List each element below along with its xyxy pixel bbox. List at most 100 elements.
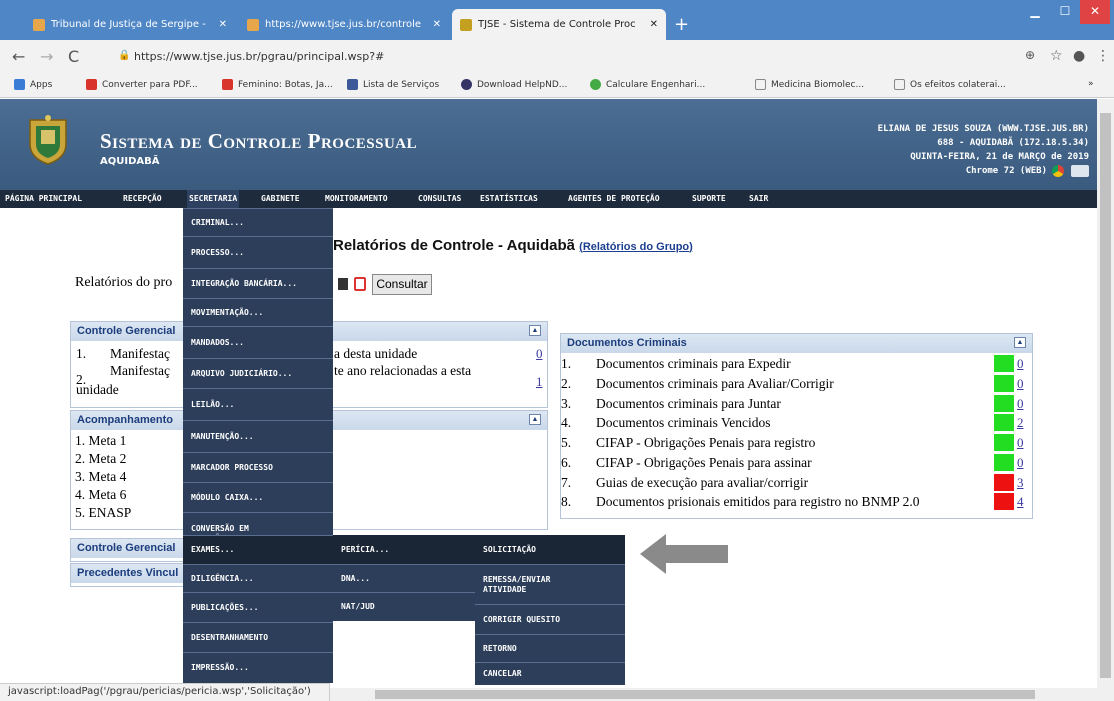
- menu-sair[interactable]: SAIR: [749, 194, 768, 203]
- site-favicon-icon: [33, 18, 45, 31]
- menu-item-solicitacao[interactable]: SOLICITAÇÃO: [475, 535, 625, 564]
- menu-item-impressao[interactable]: IMPRESSÃO...: [183, 652, 333, 683]
- menu-recepcao[interactable]: RECEPÇÃO: [123, 194, 162, 203]
- browser-tab-active[interactable]: TJSE - Sistema de Controle Proc ✕: [452, 9, 666, 40]
- list-item-label: Documentos criminais Vencidos: [596, 415, 771, 430]
- new-tab-button[interactable]: +: [674, 14, 689, 35]
- menu-item-nat-jud[interactable]: NAT/JUD: [333, 592, 475, 621]
- menu-pagina-principal[interactable]: PÁGINA PRINCIPAL: [5, 194, 82, 203]
- bookmark-item[interactable]: Os efeitos colaterai...: [894, 79, 1006, 90]
- browser-tab-1[interactable]: Tribunal de Justiça de Sergipe - ✕: [25, 9, 235, 40]
- count-link[interactable]: 0: [1017, 376, 1024, 392]
- collapse-icon[interactable]: ▲: [529, 325, 541, 336]
- site-favicon-icon: [247, 18, 259, 31]
- status-bar: javascript:loadPag('/pgrau/pericias/peri…: [0, 683, 330, 701]
- close-tab-icon[interactable]: ✕: [650, 19, 658, 30]
- menu-item-desentranhamento[interactable]: DESENTRANHAMENTO: [183, 622, 333, 652]
- menu-estatisticas[interactable]: ESTATÍSTICAS: [480, 194, 538, 203]
- account-icon[interactable]: ●: [1073, 48, 1085, 64]
- bookmark-item[interactable]: Feminino: Botas, Ja...: [222, 79, 333, 90]
- list-item[interactable]: 2. Meta 2: [75, 451, 126, 467]
- menu-item-movimentacao[interactable]: MOVIMENTAÇÃO...: [183, 298, 333, 326]
- menu-gabinete[interactable]: GABINETE: [261, 194, 300, 203]
- menu-item-remessa[interactable]: REMESSA/ENVIAR ATIVIDADE: [475, 564, 625, 604]
- count-link[interactable]: 0: [1017, 396, 1024, 412]
- menu-item-dna[interactable]: DNA...: [333, 564, 475, 592]
- list-item[interactable]: 3. Meta 4: [75, 469, 126, 485]
- bookmark-item[interactable]: Calculare Engenhari...: [590, 79, 705, 90]
- status-indicator: [994, 355, 1014, 372]
- more-bookmarks-icon[interactable]: »: [1088, 79, 1094, 89]
- close-tab-icon[interactable]: ✕: [219, 19, 227, 30]
- count-link[interactable]: 4: [1017, 494, 1024, 510]
- pdf-icon[interactable]: [354, 277, 366, 291]
- menu-agentes-de-protecao[interactable]: AGENTES DE PROTEÇÃO: [568, 194, 660, 203]
- menu-item-leilao[interactable]: LEILÃO...: [183, 388, 333, 420]
- group-reports-link[interactable]: (Relatórios do Grupo): [579, 241, 693, 253]
- scrollbar-thumb[interactable]: [375, 690, 1035, 699]
- menu-item-arquivo-judiciario[interactable]: ARQUIVO JUDICIÁRIO...: [183, 358, 333, 388]
- horizontal-scrollbar[interactable]: [330, 688, 1097, 701]
- url-text[interactable]: https://www.tjse.jus.br/pgrau/principal.…: [134, 50, 384, 63]
- menu-item-cancelar[interactable]: CANCELAR: [475, 662, 625, 685]
- binoculars-icon[interactable]: [338, 278, 348, 290]
- menu-suporte[interactable]: SUPORTE: [692, 194, 726, 203]
- list-item-label: Manifestaç: [110, 363, 170, 378]
- lock-icon: 🔒: [118, 50, 131, 61]
- menu-consultas[interactable]: CONSULTAS: [418, 194, 461, 203]
- menu-secretaria[interactable]: SECRETARIA: [187, 190, 240, 208]
- browser-tab-2[interactable]: https://www.tjse.jus.br/controle ✕: [239, 9, 449, 40]
- menu-monitoramento[interactable]: MONITORAMENTO: [325, 194, 388, 203]
- reload-icon[interactable]: C: [68, 47, 79, 66]
- menu-item-pericia[interactable]: PERÍCIA...: [333, 535, 475, 564]
- menu-item-corrigir-quesito[interactable]: CORRIGIR QUESITO: [475, 604, 625, 634]
- list-item-label: Documentos criminais para Juntar: [596, 396, 781, 411]
- menu-item-diligencia[interactable]: DILIGÊNCIA...: [183, 564, 333, 592]
- bookmark-apps[interactable]: Apps: [14, 79, 52, 90]
- menu-item-integracao-bancaria[interactable]: INTEGRAÇÃO BANCÁRIA...: [183, 268, 333, 298]
- menu-item-publicacoes[interactable]: PUBLICAÇÕES...: [183, 592, 333, 622]
- count-link[interactable]: 2: [1017, 415, 1024, 431]
- count-link[interactable]: 3: [1017, 475, 1024, 491]
- menu-item-retorno[interactable]: RETORNO: [475, 634, 625, 662]
- address-bar[interactable]: 🔒 https://www.tjse.jus.br/pgrau/principa…: [112, 45, 1072, 69]
- list-item[interactable]: 5. ENASP: [75, 505, 131, 521]
- count-link[interactable]: 1: [536, 374, 543, 390]
- list-item[interactable]: 4. Meta 6: [75, 487, 126, 503]
- zoom-icon[interactable]: ⊕: [1025, 48, 1035, 62]
- list-item-num: 7.: [561, 475, 572, 490]
- menu-item-processo[interactable]: PROCESSO...: [183, 236, 333, 268]
- close-tab-icon[interactable]: ✕: [433, 19, 441, 30]
- close-window-icon[interactable]: ✕: [1080, 0, 1110, 24]
- collapse-icon[interactable]: ▲: [1014, 337, 1026, 348]
- status-indicator: [994, 434, 1014, 451]
- vertical-scrollbar[interactable]: [1097, 99, 1114, 701]
- list-item-num: 4.: [561, 415, 572, 430]
- bookmark-item[interactable]: Converter para PDF...: [86, 79, 198, 90]
- menu-dots-icon[interactable]: ⋮: [1096, 48, 1110, 64]
- arrow-pointer-icon: [640, 532, 730, 579]
- maximize-icon[interactable]: ☐: [1050, 0, 1080, 24]
- bookmark-item[interactable]: Lista de Serviços: [347, 79, 439, 90]
- bookmark-item[interactable]: Medicina Biomolec...: [755, 79, 864, 90]
- scrollbar-thumb[interactable]: [1100, 113, 1111, 678]
- count-link[interactable]: 0: [536, 346, 543, 362]
- menu-item-marcador-processo[interactable]: MARCADOR PROCESSO: [183, 452, 333, 482]
- back-icon[interactable]: ←: [12, 47, 25, 66]
- printer-icon[interactable]: [1071, 165, 1089, 177]
- count-link[interactable]: 0: [1017, 435, 1024, 451]
- star-icon[interactable]: ☆: [1050, 48, 1063, 64]
- count-link[interactable]: 0: [1017, 455, 1024, 471]
- count-link[interactable]: 0: [1017, 356, 1024, 372]
- menu-item-manutencao[interactable]: MANUTENÇÃO...: [183, 420, 333, 452]
- menu-item-criminal[interactable]: CRIMINAL...: [183, 208, 333, 236]
- list-item[interactable]: 1. Meta 1: [75, 433, 126, 449]
- bookmark-item[interactable]: Download HelpND...: [461, 79, 567, 90]
- menu-item-modulo-caixa[interactable]: MÓDULO CAIXA...: [183, 482, 333, 512]
- minimize-icon[interactable]: ▁: [1020, 0, 1050, 24]
- collapse-icon[interactable]: ▲: [529, 414, 541, 425]
- consult-button[interactable]: Consultar: [372, 274, 432, 295]
- menu-item-exames[interactable]: EXAMES...: [183, 535, 333, 564]
- forward-icon[interactable]: →: [40, 47, 53, 66]
- menu-item-mandados[interactable]: MANDADOS...: [183, 326, 333, 358]
